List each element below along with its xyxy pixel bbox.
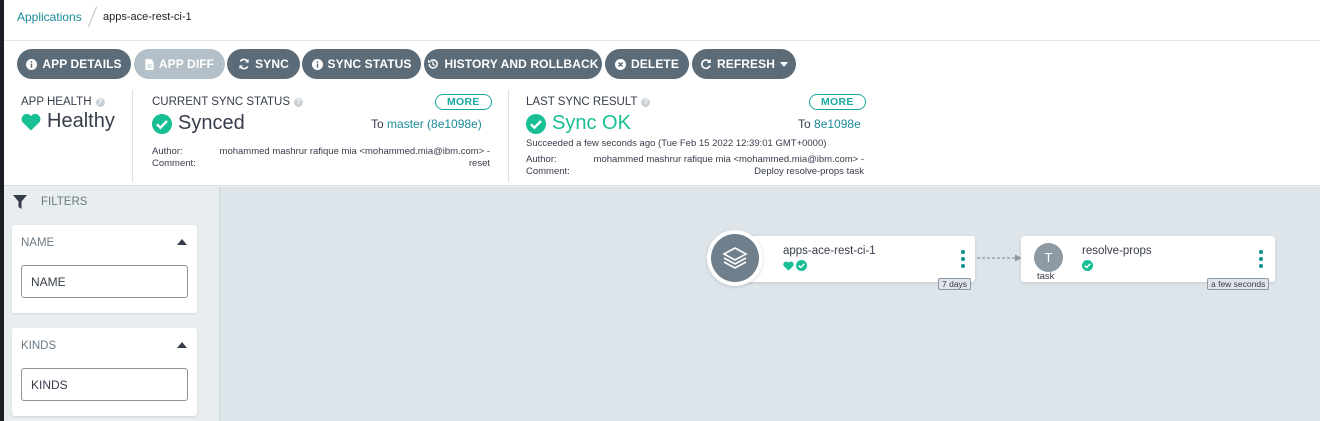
check-circle-icon — [526, 113, 546, 134]
heart-icon — [783, 260, 794, 271]
breadcrumb-current: apps-ace-rest-ci-1 — [103, 11, 192, 23]
sync-status-more-button[interactable]: MORE — [435, 94, 492, 110]
toolbar: APP DETAILS APP DIFF SYNC SYNC STATUS HI… — [4, 41, 1320, 86]
task-node-name: resolve-props — [1082, 245, 1152, 257]
sync-status-label: CURRENT SYNC STATUS — [152, 96, 291, 108]
last-sync-label: LAST SYNC RESULT — [526, 96, 638, 108]
last-sync-succeeded: Succeeded a few seconds ago (Tue Feb 15 … — [526, 138, 827, 149]
close-circle-icon — [615, 58, 627, 70]
breadcrumb-bar: Applications apps-ace-rest-ci-1 — [4, 0, 1320, 41]
delete-button[interactable]: DELETE — [605, 49, 689, 79]
sync-status-heading: CURRENT SYNC STATUS ? — [152, 96, 304, 108]
last-sync-value: Sync OK — [526, 112, 631, 135]
breadcrumb-applications-link[interactable]: Applications — [17, 10, 82, 24]
caret-up-icon[interactable] — [177, 342, 187, 348]
app-diff-label: APP DIFF — [158, 57, 215, 71]
author-label: Author: — [152, 146, 183, 157]
sync-button[interactable]: SYNC — [227, 49, 300, 79]
check-circle-icon — [1082, 260, 1093, 271]
name-filter-title: NAME — [21, 237, 55, 249]
last-sync-text: Sync OK — [552, 112, 631, 134]
breadcrumb-separator — [87, 6, 98, 28]
caret-down-icon — [780, 61, 789, 67]
sync-status-target: To master (8e1098e) — [371, 117, 482, 131]
filter-icon — [13, 195, 27, 209]
last-sync-target-link[interactable]: 8e1098e — [814, 117, 861, 131]
sync-status-value: Synced — [152, 112, 245, 135]
sync-label: SYNC — [255, 57, 289, 71]
caret-up-icon[interactable] — [177, 239, 187, 245]
application-tree-area: FILTERS NAME KINDS apps-ace-rest-ci-1 7 … — [4, 187, 1320, 421]
author-label: Author: — [526, 154, 557, 165]
refresh-icon — [700, 58, 712, 70]
app-health-value: Healthy — [21, 110, 115, 133]
history-rollback-label: HISTORY AND ROLLBACK — [444, 57, 599, 71]
delete-label: DELETE — [631, 57, 679, 71]
app-node-menu-icon[interactable] — [961, 250, 965, 268]
help-icon[interactable]: ? — [641, 97, 651, 107]
app-node[interactable]: apps-ace-rest-ci-1 7 days — [734, 236, 975, 290]
help-icon[interactable]: ? — [294, 97, 304, 107]
app-diff-button[interactable]: APP DIFF — [134, 49, 225, 79]
to-prefix: To — [798, 117, 811, 131]
app-node-age: 7 days — [938, 278, 972, 290]
app-details-label: APP DETAILS — [42, 57, 122, 71]
divider — [132, 90, 133, 182]
last-sync-heading: LAST SYNC RESULT ? — [526, 96, 651, 108]
name-filter-input[interactable] — [21, 265, 188, 298]
task-kind-label: task — [1037, 271, 1055, 282]
info-icon — [311, 58, 323, 70]
task-node[interactable]: T task resolve-props a few seconds — [1021, 236, 1275, 290]
app-node-name: apps-ace-rest-ci-1 — [783, 245, 876, 257]
task-kind-icon: T — [1034, 243, 1063, 272]
heart-icon — [21, 113, 41, 131]
app-health-label: APP HEALTH — [21, 96, 92, 108]
refresh-button[interactable]: REFRESH — [692, 49, 796, 79]
task-node-age: a few seconds — [1207, 278, 1270, 290]
app-health-heading: APP HEALTH ? — [21, 96, 105, 108]
kinds-filter-card: KINDS — [12, 328, 197, 416]
graph-edge — [977, 254, 1022, 262]
comment-value: Deploy resolve-props task — [754, 166, 864, 177]
filters-panel: FILTERS NAME KINDS — [4, 187, 220, 421]
history-rollback-button[interactable]: HISTORY AND ROLLBACK — [424, 49, 602, 79]
info-icon — [26, 58, 38, 70]
file-icon — [145, 58, 154, 70]
app-node-icon-ring — [707, 230, 763, 286]
author-value: mohammed mashrur rafique mia <mohammed.m… — [219, 146, 490, 157]
name-filter-card: NAME — [12, 225, 197, 313]
refresh-label: REFRESH — [716, 57, 776, 71]
divider — [508, 90, 509, 182]
sync-status-label: SYNC STATUS — [327, 57, 412, 71]
app-health-text: Healthy — [47, 110, 115, 132]
check-circle-icon — [796, 260, 807, 271]
author-value: mohammed mashrur rafique mia <mohammed.m… — [593, 154, 864, 165]
sync-target-link[interactable]: master (8e1098e) — [387, 117, 482, 131]
last-sync-target: To 8e1098e — [798, 117, 861, 131]
check-circle-icon — [152, 113, 172, 134]
to-prefix: To — [371, 117, 384, 131]
history-icon — [427, 58, 439, 70]
app-node-status — [783, 260, 807, 271]
comment-label: Comment: — [152, 158, 196, 169]
layers-icon — [711, 234, 759, 282]
app-details-button[interactable]: APP DETAILS — [17, 49, 131, 79]
kinds-filter-input[interactable] — [21, 368, 188, 401]
help-icon[interactable]: ? — [95, 97, 105, 107]
sync-icon — [238, 58, 250, 70]
comment-label: Comment: — [526, 166, 570, 177]
comment-value: reset — [468, 158, 490, 169]
sync-status-button[interactable]: SYNC STATUS — [302, 49, 421, 79]
task-node-menu-icon[interactable] — [1259, 250, 1263, 268]
last-sync-more-button[interactable]: MORE — [809, 94, 866, 110]
filters-header[interactable]: FILTERS — [13, 195, 87, 209]
kinds-filter-title: KINDS — [21, 340, 57, 352]
filters-title: FILTERS — [41, 196, 88, 208]
status-panel: APP HEALTH ? Healthy CURRENT SYNC STATUS… — [4, 86, 1320, 186]
sync-status-text: Synced — [178, 112, 245, 134]
